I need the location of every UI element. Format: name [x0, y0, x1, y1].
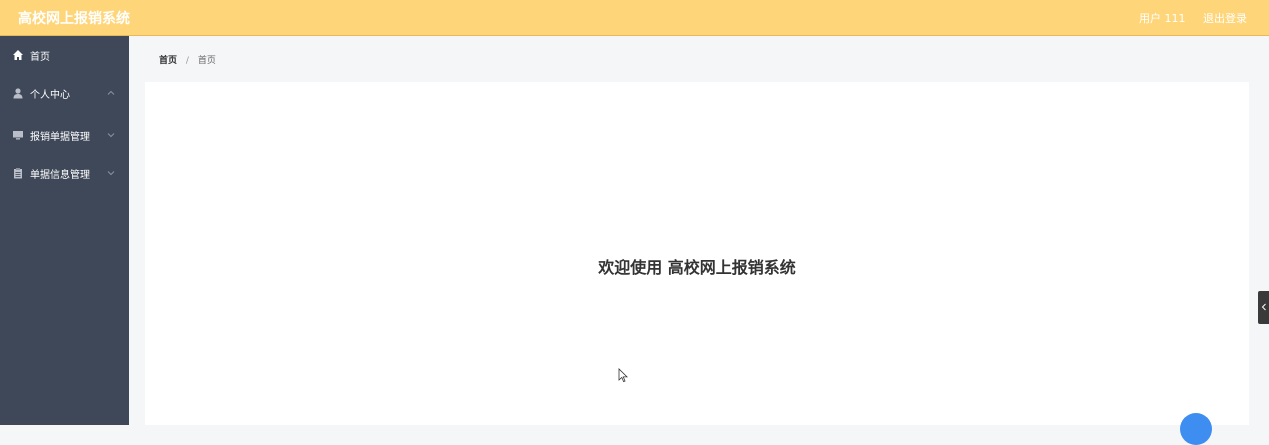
chevron-down-icon [107, 171, 115, 176]
clipboard-icon [12, 167, 24, 179]
floating-action-button[interactable] [1180, 413, 1212, 445]
breadcrumb-separator: / [185, 56, 189, 66]
user-icon [12, 87, 24, 99]
sidebar-item-home[interactable]: 首页 [0, 36, 129, 74]
sidebar-item-documents[interactable]: 单据信息管理 [0, 154, 129, 192]
home-icon [12, 49, 24, 61]
sidebar: 首页 个人中心 报销单据管理 单据信息管理 [0, 36, 129, 425]
logout-button[interactable]: 退出登录 [1203, 12, 1247, 25]
chevron-up-icon [107, 90, 115, 95]
breadcrumb: 首页 / 首页 [159, 53, 216, 66]
user-name: 用户 111 [1139, 12, 1186, 25]
app-title: 高校网上报销系统 [18, 11, 130, 27]
chevron-left-icon [1261, 303, 1266, 311]
monitor-icon [12, 129, 24, 141]
breadcrumb-current: 首页 [197, 56, 216, 66]
sidebar-item-profile[interactable]: 个人中心 [0, 74, 129, 112]
sidebar-item-label: 报销单据管理 [30, 131, 90, 143]
header-actions: 用户 111 退出登录 [1125, 10, 1247, 26]
sidebar-item-label: 首页 [30, 51, 50, 63]
sidebar-item-label: 单据信息管理 [30, 169, 90, 181]
main-content: 首页 / 首页 欢迎使用 高校网上报销系统 [129, 36, 1269, 425]
sidebar-item-reimbursement[interactable]: 报销单据管理 [0, 116, 129, 154]
side-drawer-toggle[interactable] [1258, 291, 1269, 324]
chevron-down-icon [107, 133, 115, 138]
welcome-text: 欢迎使用 高校网上报销系统 [598, 258, 796, 277]
breadcrumb-home[interactable]: 首页 [159, 56, 177, 66]
top-header: 高校网上报销系统 用户 111 退出登录 [0, 0, 1269, 36]
sidebar-item-label: 个人中心 [30, 89, 70, 101]
mouse-cursor-icon [618, 368, 628, 383]
welcome-card: 欢迎使用 高校网上报销系统 [145, 82, 1249, 425]
